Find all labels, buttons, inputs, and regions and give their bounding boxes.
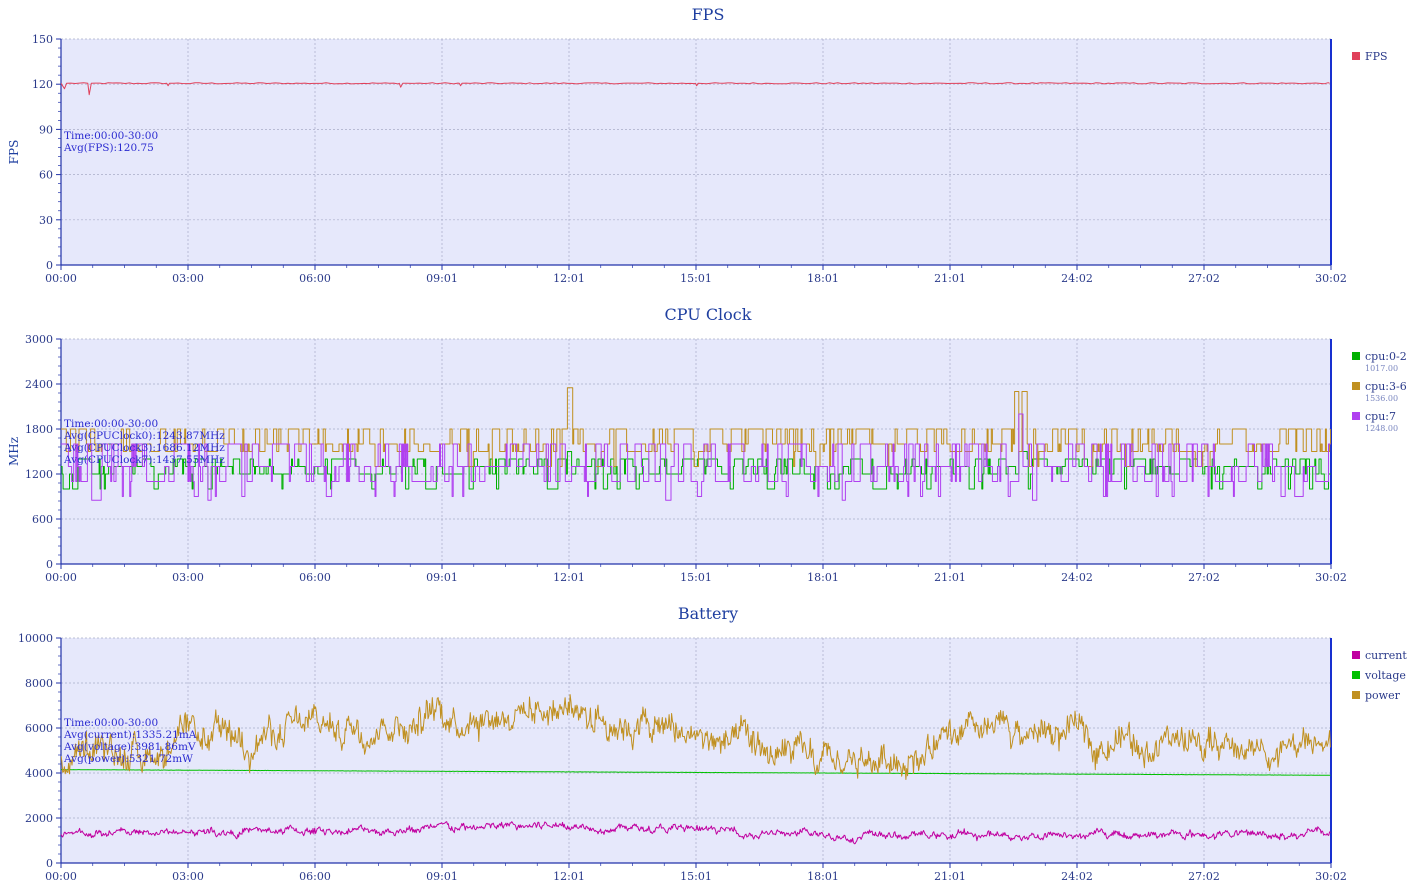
legend-label: voltage [1364, 669, 1406, 682]
y-tick-label: 4000 [25, 767, 53, 780]
y-tick-label: 90 [39, 123, 53, 136]
x-tick-label: 30:02 [1315, 272, 1347, 285]
y-tick-label: 0 [46, 857, 53, 870]
chart-fps: FPS 0 30 60 90 120 150 00:00 03:00 06:00 09:01 12:0… [7, 5, 1388, 285]
x-tick-label: 24:02 [1061, 272, 1093, 285]
legend-swatch [1352, 651, 1360, 659]
x-tick-label: 18:01 [807, 870, 839, 883]
legend-swatch [1352, 412, 1360, 420]
x-tick-label: 27:02 [1188, 571, 1220, 584]
y-tick-label: 150 [32, 33, 53, 46]
stats-annotation: Avg(CPUClock0):1243.87MHz [63, 430, 225, 442]
x-tick-label: 27:02 [1188, 272, 1220, 285]
y-tick-label: 30 [39, 214, 53, 227]
x-tick-label: 30:02 [1315, 870, 1347, 883]
x-tick-label: 21:01 [934, 870, 966, 883]
x-tick-label: 06:00 [299, 571, 331, 584]
y-tick-label: 120 [32, 78, 53, 91]
x-tick-label: 06:00 [299, 272, 331, 285]
legend-swatch [1352, 382, 1360, 390]
x-tick-label: 24:02 [1061, 870, 1093, 883]
x-tick-label: 12:01 [553, 870, 585, 883]
y-tick-label: 600 [32, 513, 53, 526]
x-tick-label: 00:00 [45, 272, 77, 285]
chart-title: FPS [692, 5, 725, 24]
y-tick-label: 2000 [25, 812, 53, 825]
x-tick-label: 03:00 [172, 870, 204, 883]
legend-label: power [1365, 689, 1401, 702]
x-tick-label: 21:01 [934, 571, 966, 584]
y-tick-label: 8000 [25, 677, 53, 690]
chart-title: Battery [678, 604, 738, 623]
chart-battery: Battery 0 2000 4000 6000 8000 10000 00:00 03:00 0… [18, 604, 1407, 883]
x-tick-label: 12:01 [553, 272, 585, 285]
legend-value: 1248.00 [1365, 424, 1398, 433]
x-tick-label: 24:02 [1061, 571, 1093, 584]
legend-value: 1536.00 [1365, 394, 1398, 403]
x-tick-label: 03:00 [172, 272, 204, 285]
x-tick-label: 18:01 [807, 571, 839, 584]
y-tick-label: 3000 [25, 333, 53, 346]
monitor-charts: FPS 0 30 60 90 120 150 00:00 03:00 06:00 09:01 12:0… [7, 5, 1407, 883]
chart-cpu-clock: CPU Clock 0 600 1200 1800 2400 3000 00:00 03:00 0… [7, 305, 1407, 584]
x-tick-label: 15:01 [680, 571, 712, 584]
x-tick-label: 21:01 [934, 272, 966, 285]
x-tick-label: 00:00 [45, 870, 77, 883]
stats-annotation: Time:00:00-30:00 [64, 418, 158, 430]
legend-swatch [1352, 691, 1360, 699]
y-axis-label: FPS [7, 140, 21, 165]
stats-annotation: Avg(power):5321.72mW [63, 753, 193, 765]
y-tick-label: 0 [46, 558, 53, 571]
stats-annotation: Avg(CPUClock7):1437.55MHz [63, 454, 225, 466]
x-tick-label: 09:01 [426, 272, 458, 285]
x-tick-label: 18:01 [807, 272, 839, 285]
y-axis-label: MHz [7, 437, 21, 466]
legend-label: cpu:7 [1365, 410, 1396, 423]
legend-label: FPS [1365, 50, 1388, 63]
chart-title: CPU Clock [665, 305, 752, 324]
stats-annotation: Avg(CPUClock3):1686.12MHz [63, 442, 225, 454]
x-tick-label: 30:02 [1315, 571, 1347, 584]
stats-annotation: Avg(current):1335.21mA [63, 729, 197, 741]
stats-annotation: Avg(FPS):120.75 [63, 142, 154, 154]
legend-label: current [1365, 649, 1407, 662]
x-tick-label: 00:00 [45, 571, 77, 584]
y-tick-label: 1800 [25, 423, 53, 436]
x-tick-label: 12:01 [553, 571, 585, 584]
y-tick-label: 6000 [25, 722, 53, 735]
stats-annotation: Avg(voltage):3981.86mV [63, 741, 196, 753]
x-tick-label: 09:01 [426, 571, 458, 584]
y-tick-label: 1200 [25, 468, 53, 481]
y-tick-label: 2400 [25, 378, 53, 391]
legend-swatch [1352, 52, 1360, 60]
x-tick-label: 15:01 [680, 870, 712, 883]
y-tick-label: 0 [46, 259, 53, 272]
y-tick-label: 60 [39, 169, 53, 182]
legend-swatch [1352, 671, 1360, 679]
x-tick-label: 27:02 [1188, 870, 1220, 883]
x-tick-label: 06:00 [299, 870, 331, 883]
legend-swatch [1352, 352, 1360, 360]
x-tick-label: 03:00 [172, 571, 204, 584]
x-tick-label: 15:01 [680, 272, 712, 285]
y-tick-label: 10000 [18, 632, 53, 645]
stats-annotation: Time:00:00-30:00 [64, 717, 158, 729]
legend-label: cpu:3-6 [1365, 380, 1407, 393]
x-tick-label: 09:01 [426, 870, 458, 883]
legend-value: 1017.00 [1365, 364, 1398, 373]
stats-annotation: Time:00:00-30:00 [64, 130, 158, 142]
legend-label: cpu:0-2 [1365, 350, 1407, 363]
